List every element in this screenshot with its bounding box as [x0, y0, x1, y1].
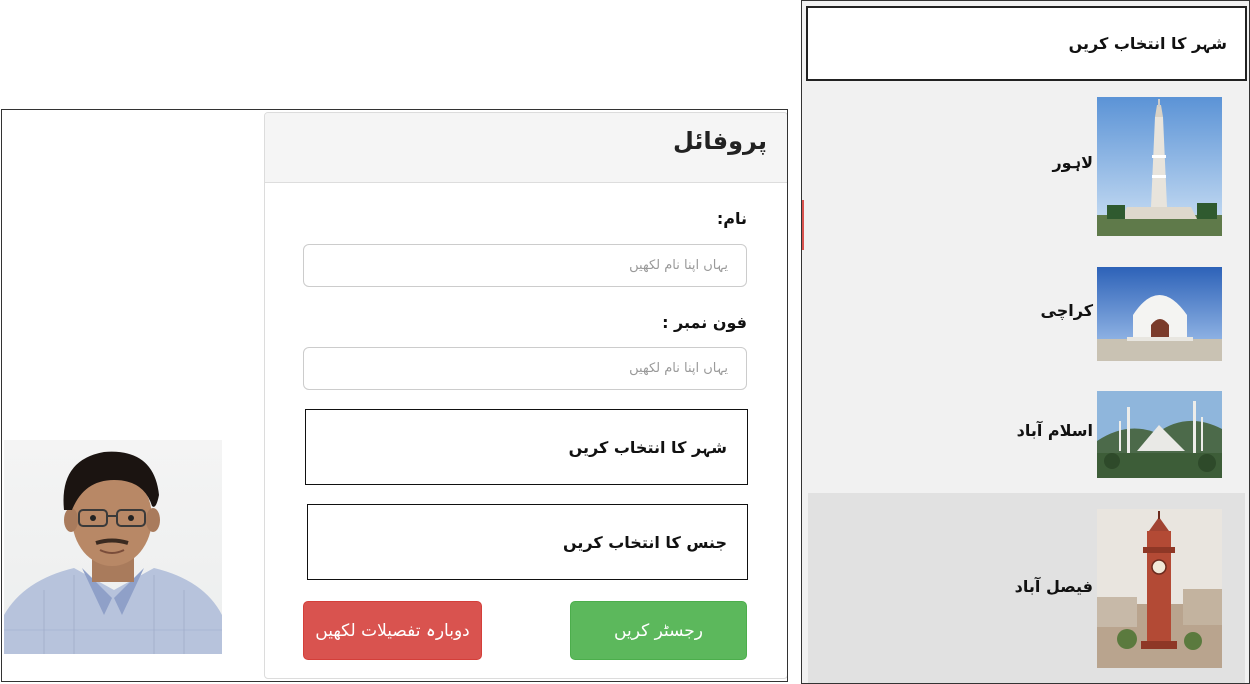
city-item-faisalabad[interactable]: فیصل آباد: [808, 493, 1245, 683]
mazar-e-quaid-image: [1097, 267, 1222, 361]
reset-button[interactable]: دوبارہ تفصیلات لکھیں: [303, 601, 482, 660]
city-select[interactable]: شہر کا انتخاب کریں: [305, 409, 748, 485]
clock-tower-image: [1097, 509, 1222, 668]
city-name: اسلام آباد: [1016, 421, 1093, 440]
city-name: لاہور: [1052, 153, 1093, 172]
profile-window: پروفائل نام: فون نمبر : شہر کا انتخاب کر…: [1, 109, 788, 682]
city-name: کراچی: [1040, 301, 1093, 320]
register-button[interactable]: رجسٹر کریں: [570, 601, 747, 660]
gender-select[interactable]: جنس کا انتخاب کریں: [307, 504, 748, 580]
gender-select-label: جنس کا انتخاب کریں: [562, 532, 727, 552]
city-name: فیصل آباد: [1014, 577, 1093, 596]
profile-photo: [4, 440, 222, 654]
city-picker-header: شہر کا انتخاب کریں: [806, 6, 1247, 81]
name-input[interactable]: [303, 244, 747, 287]
reset-button-label: دوبارہ تفصیلات لکھیں: [315, 621, 470, 641]
city-item-karachi[interactable]: کراچی: [802, 251, 1249, 369]
faisal-mosque-image: [1097, 391, 1222, 478]
city-picker-title: شہر کا انتخاب کریں: [1068, 34, 1227, 53]
city-picker-window: شہر کا انتخاب کریں لاہور کراچی اسلام آبا…: [801, 0, 1250, 684]
profile-panel: پروفائل نام: فون نمبر : شہر کا انتخاب کر…: [264, 112, 787, 679]
register-button-label: رجسٹر کریں: [614, 620, 703, 641]
city-item-lahore[interactable]: لاہور: [802, 83, 1249, 251]
panel-heading: پروفائل: [265, 113, 787, 183]
name-label: نام:: [716, 209, 747, 228]
city-select-label: شہر کا انتخاب کریں: [568, 437, 727, 457]
city-list: لاہور کراچی اسلام آباد فیصل آباد: [802, 83, 1249, 683]
minar-e-pakistan-image: [1097, 97, 1222, 236]
scroll-indicator: [802, 200, 804, 250]
phone-label: فون نمبر :: [662, 313, 747, 332]
page-title: پروفائل: [672, 127, 767, 155]
phone-input[interactable]: [303, 347, 747, 390]
city-item-islamabad[interactable]: اسلام آباد: [802, 369, 1249, 503]
